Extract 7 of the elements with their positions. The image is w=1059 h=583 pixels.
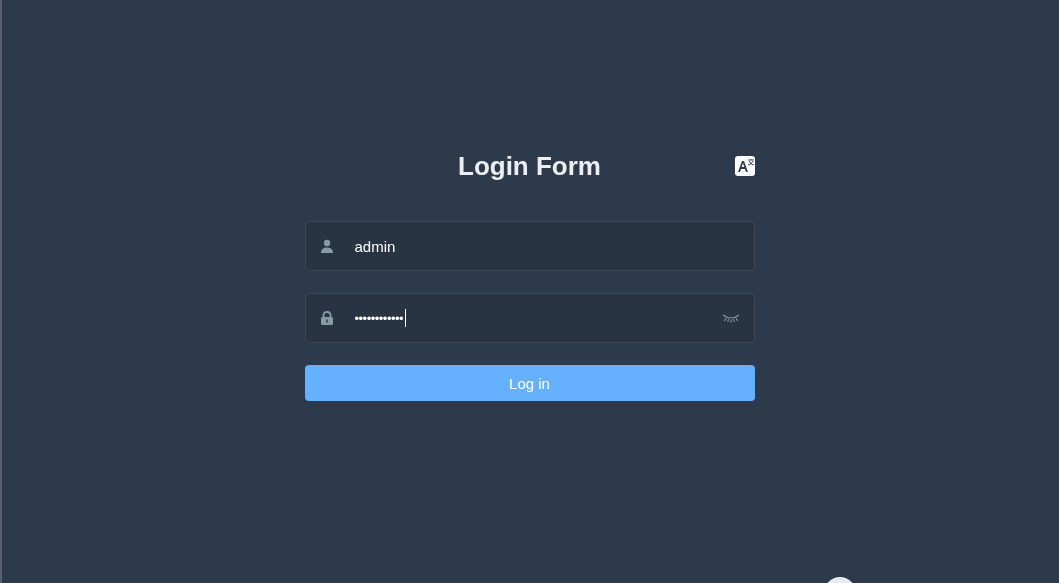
username-field[interactable]: admin [304,221,755,271]
translate-icon[interactable] [734,156,755,176]
lock-icon [319,311,334,325]
user-icon [319,239,334,253]
form-title: Login Form [458,150,601,182]
eye-closed-icon[interactable] [721,313,740,323]
password-field[interactable]: •••••••••••• [304,293,755,343]
